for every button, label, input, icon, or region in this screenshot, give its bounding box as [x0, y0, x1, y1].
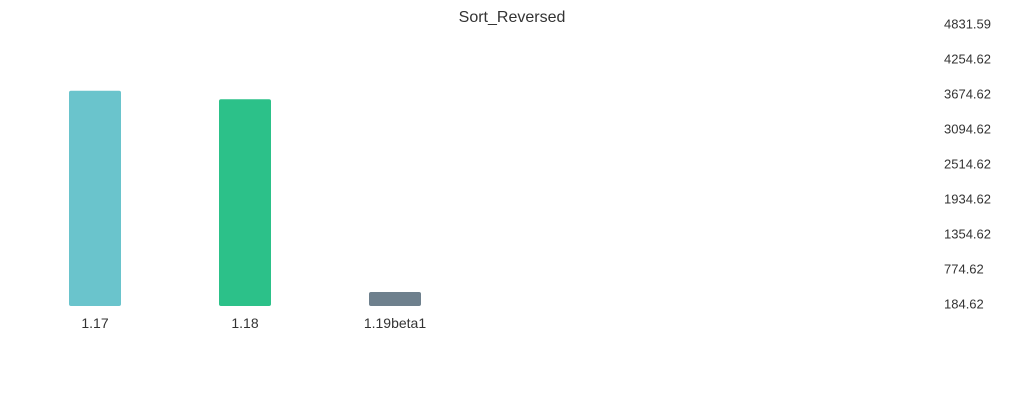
y-tick-label: 184.62	[944, 296, 984, 311]
bar-1-18[interactable]	[219, 99, 271, 306]
x-category-label: 1.18	[231, 315, 258, 331]
y-tick-label: 1354.62	[944, 226, 991, 241]
y-tick-label: 2514.62	[944, 156, 991, 171]
x-category-label: 1.19beta1	[364, 315, 426, 331]
y-tick-label: 4831.59	[944, 16, 991, 31]
y-tick-label: 774.62	[944, 261, 984, 276]
bar-1-19beta1[interactable]	[369, 292, 421, 306]
y-tick-label: 1934.62	[944, 191, 991, 206]
y-tick-label: 3094.62	[944, 121, 991, 136]
bar-1-17[interactable]	[69, 90, 121, 306]
bar-chart: 184.62 774.62 1354.62 1934.62 2514.62 3094.62…	[69, 16, 991, 331]
x-category-label: 1.17	[81, 315, 108, 331]
y-tick-label: 4254.62	[944, 51, 991, 66]
y-tick-label: 3674.62	[944, 86, 991, 101]
